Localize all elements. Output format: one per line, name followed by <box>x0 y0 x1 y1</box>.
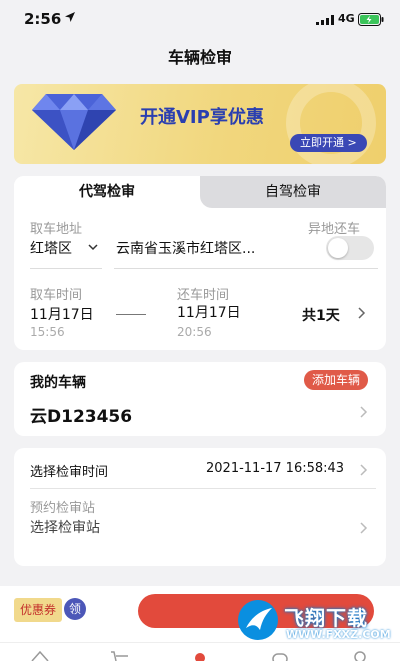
watermark: 飞翔下载 WWW.FXXZ.COM <box>232 596 392 644</box>
open-vip-button[interactable]: 立即开通 > <box>290 134 367 152</box>
signal-icon <box>316 15 334 25</box>
return-elsewhere-toggle[interactable] <box>326 236 374 260</box>
status-bar: 2:56 4G <box>0 0 400 36</box>
district-selector[interactable]: 红塔区 <box>30 236 106 262</box>
tab-chauffeur-inspection[interactable]: 代驾检审 <box>14 176 200 208</box>
active-tab-dot-icon[interactable] <box>194 650 206 661</box>
cart-icon[interactable] <box>110 650 130 661</box>
vehicle-card: 我的车辆 添加车辆 云D123456 <box>14 362 386 436</box>
district-underline <box>30 268 102 269</box>
pickup-address-value[interactable]: 云南省玉溪市红塔区... <box>116 238 255 258</box>
my-vehicle-title: 我的车辆 <box>30 375 86 391</box>
chevron-right-icon[interactable] <box>360 522 368 534</box>
chevron-right-icon[interactable] <box>360 464 368 476</box>
order-card: 代驾检审 自驾检审 取车地址 异地还车 红塔区 云南省玉溪市红塔区... 取车时… <box>14 176 386 350</box>
service-tabs: 代驾检审 自驾检审 <box>14 176 386 208</box>
tab-bar-divider <box>0 642 400 643</box>
time-range-dash <box>116 314 146 315</box>
divider <box>30 488 376 489</box>
diamond-icon <box>32 94 116 150</box>
return-date[interactable]: 11月17日 <box>177 302 241 322</box>
watermark-url: WWW.FXXZ.COM <box>286 628 391 641</box>
coupon-tag[interactable]: 优惠券 <box>14 598 63 622</box>
inspection-time-label: 选择检审时间 <box>30 465 109 480</box>
inspection-station-select[interactable]: 选择检审站 <box>30 517 100 537</box>
home-icon[interactable] <box>30 650 50 661</box>
license-plate[interactable]: 云D123456 <box>30 402 132 427</box>
district-value: 红塔区 <box>30 241 72 257</box>
page-title: 车辆检审 <box>167 48 232 67</box>
pickup-time: 15:56 <box>30 325 65 339</box>
profile-icon[interactable] <box>350 650 370 661</box>
logo-icon <box>238 600 278 640</box>
add-vehicle-button[interactable]: 添加车辆 <box>304 370 369 390</box>
pickup-address-label: 取车地址 <box>30 222 83 237</box>
battery-charging-icon <box>358 13 384 26</box>
pickup-date[interactable]: 11月17日 <box>30 304 94 324</box>
location-arrow-icon <box>65 12 75 22</box>
chevron-right-icon[interactable] <box>358 307 366 319</box>
message-icon[interactable] <box>270 650 290 661</box>
chevron-down-icon <box>88 244 98 251</box>
network-label: 4G <box>338 12 355 25</box>
duration-text: 共1天 <box>302 308 340 324</box>
chevron-right-icon[interactable] <box>360 406 368 418</box>
vip-promo-text: 开通VIP享优惠 <box>140 107 264 128</box>
bottom-action-bar: 优惠券 领 飞翔下载 WWW.FXXZ.COM <box>0 586 400 661</box>
claim-coupon-button[interactable]: 领 <box>64 598 86 620</box>
vip-banner[interactable]: 开通VIP享优惠 立即开通 > <box>14 84 386 164</box>
tab-self-drive-inspection[interactable]: 自驾检审 <box>200 176 386 208</box>
pickup-time-label: 取车时间 <box>30 288 83 303</box>
inspection-station-label: 预约检审站 <box>30 501 96 516</box>
banner-decoration <box>286 84 376 164</box>
inspection-card: 选择检审时间 2021-11-17 16:58:43 预约检审站 选择检审站 <box>14 448 386 566</box>
return-elsewhere-label: 异地还车 <box>308 222 361 237</box>
return-time: 20:56 <box>177 325 212 339</box>
inspection-time-value[interactable]: 2021-11-17 16:58:43 <box>206 461 344 476</box>
return-time-label: 还车时间 <box>177 288 230 303</box>
toggle-knob <box>328 238 348 258</box>
status-time: 2:56 <box>24 10 62 28</box>
watermark-text: 飞翔下载 <box>284 606 368 630</box>
address-underline <box>114 268 378 269</box>
